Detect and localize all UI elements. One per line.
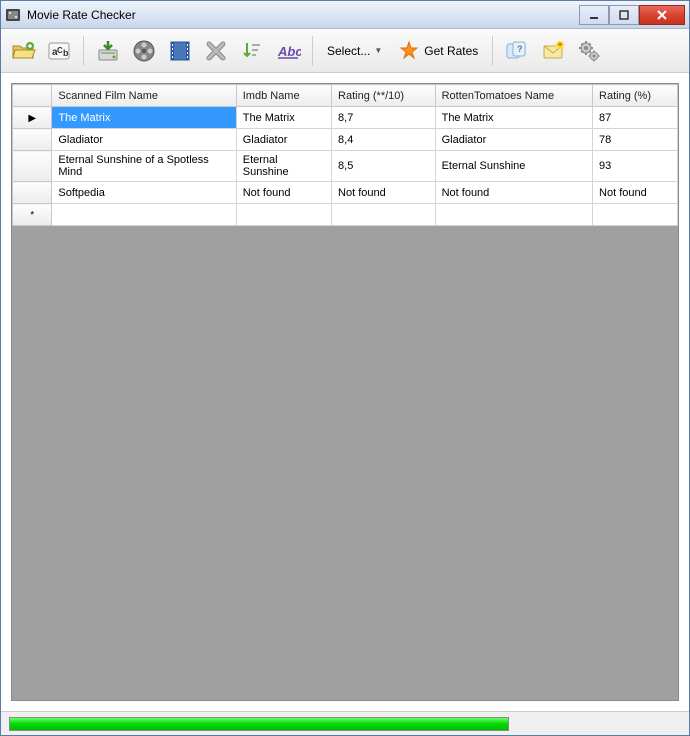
table-row[interactable]: Eternal Sunshine of a Spotless MindEtern… bbox=[13, 151, 678, 182]
mail-button[interactable] bbox=[537, 35, 569, 67]
svg-text:?: ? bbox=[517, 44, 523, 54]
cell[interactable]: Eternal Sunshine of a Spotless Mind bbox=[52, 151, 236, 182]
window-controls bbox=[579, 5, 685, 25]
cell[interactable]: Softpedia bbox=[52, 182, 236, 204]
content-area: Scanned Film Name Imdb Name Rating (**/1… bbox=[1, 73, 689, 711]
svg-text:Abc: Abc bbox=[277, 44, 301, 59]
cell[interactable]: Not found bbox=[435, 182, 592, 204]
star-icon bbox=[398, 40, 420, 62]
minimize-button[interactable] bbox=[579, 5, 609, 25]
cell[interactable]: Not found bbox=[236, 182, 331, 204]
new-row[interactable]: * bbox=[13, 204, 678, 226]
cell[interactable]: Eternal Sunshine bbox=[236, 151, 331, 182]
cell[interactable]: Gladiator bbox=[435, 129, 592, 151]
cell[interactable] bbox=[52, 204, 236, 226]
window-title: Movie Rate Checker bbox=[27, 8, 579, 22]
film-strip-button[interactable] bbox=[164, 35, 196, 67]
col-imdb[interactable]: Imdb Name bbox=[236, 85, 331, 107]
cell[interactable] bbox=[236, 204, 331, 226]
progress-bar bbox=[9, 717, 509, 731]
row-header[interactable] bbox=[13, 129, 52, 151]
app-icon bbox=[5, 7, 21, 23]
select-label: Select... bbox=[327, 44, 370, 58]
separator bbox=[492, 36, 493, 66]
cell[interactable] bbox=[435, 204, 592, 226]
col-rt-rating[interactable]: Rating (%) bbox=[593, 85, 678, 107]
corner-header[interactable] bbox=[13, 85, 52, 107]
row-header[interactable] bbox=[13, 182, 52, 204]
help-button[interactable]: ? bbox=[501, 35, 533, 67]
table-row[interactable]: SoftpediaNot foundNot foundNot foundNot … bbox=[13, 182, 678, 204]
cell[interactable]: 8,7 bbox=[332, 107, 436, 129]
col-scanned[interactable]: Scanned Film Name bbox=[52, 85, 236, 107]
sort-button[interactable] bbox=[236, 35, 268, 67]
row-header-new[interactable]: * bbox=[13, 204, 52, 226]
col-imdb-rating[interactable]: Rating (**/10) bbox=[332, 85, 436, 107]
film-reel-button[interactable] bbox=[128, 35, 160, 67]
data-grid[interactable]: Scanned Film Name Imdb Name Rating (**/1… bbox=[11, 83, 679, 701]
statusbar bbox=[1, 711, 689, 735]
cell[interactable]: Not found bbox=[593, 182, 678, 204]
cell[interactable]: The Matrix bbox=[52, 107, 236, 129]
cell[interactable]: The Matrix bbox=[236, 107, 331, 129]
cell[interactable]: 8,4 bbox=[332, 129, 436, 151]
titlebar: Movie Rate Checker bbox=[1, 1, 689, 29]
maximize-button[interactable] bbox=[609, 5, 639, 25]
cell[interactable]: Gladiator bbox=[52, 129, 236, 151]
cell[interactable]: 78 bbox=[593, 129, 678, 151]
cell[interactable] bbox=[332, 204, 436, 226]
toolbar: aCb Abc Select... ▼ Get Rates ? bbox=[1, 29, 689, 73]
cell[interactable]: The Matrix bbox=[435, 107, 592, 129]
cell[interactable]: 93 bbox=[593, 151, 678, 182]
cell[interactable]: 8,5 bbox=[332, 151, 436, 182]
get-rates-button[interactable]: Get Rates bbox=[392, 36, 484, 66]
table-row[interactable]: ▶The MatrixThe Matrix8,7The Matrix87 bbox=[13, 107, 678, 129]
table-row[interactable]: GladiatorGladiator8,4Gladiator78 bbox=[13, 129, 678, 151]
cell[interactable]: Not found bbox=[332, 182, 436, 204]
progress-fill bbox=[10, 718, 508, 730]
cell[interactable] bbox=[593, 204, 678, 226]
svg-text:b: b bbox=[63, 48, 69, 58]
select-dropdown[interactable]: Select... ▼ bbox=[321, 40, 388, 62]
get-rates-label: Get Rates bbox=[424, 44, 478, 58]
cell[interactable]: 87 bbox=[593, 107, 678, 129]
chevron-down-icon: ▼ bbox=[374, 46, 382, 55]
row-header[interactable]: ▶ bbox=[13, 107, 52, 129]
col-rt[interactable]: RottenTomatoes Name bbox=[435, 85, 592, 107]
delete-button[interactable] bbox=[200, 35, 232, 67]
cell[interactable]: Eternal Sunshine bbox=[435, 151, 592, 182]
open-folder-button[interactable] bbox=[7, 35, 39, 67]
separator bbox=[83, 36, 84, 66]
cell[interactable]: Gladiator bbox=[236, 129, 331, 151]
text-button[interactable]: Abc bbox=[272, 35, 304, 67]
scan-drive-button[interactable] bbox=[92, 35, 124, 67]
separator bbox=[312, 36, 313, 66]
row-header[interactable] bbox=[13, 151, 52, 182]
movies-table[interactable]: Scanned Film Name Imdb Name Rating (**/1… bbox=[12, 84, 678, 226]
settings-button[interactable] bbox=[573, 35, 605, 67]
rename-button[interactable]: aCb bbox=[43, 35, 75, 67]
close-button[interactable] bbox=[639, 5, 685, 25]
